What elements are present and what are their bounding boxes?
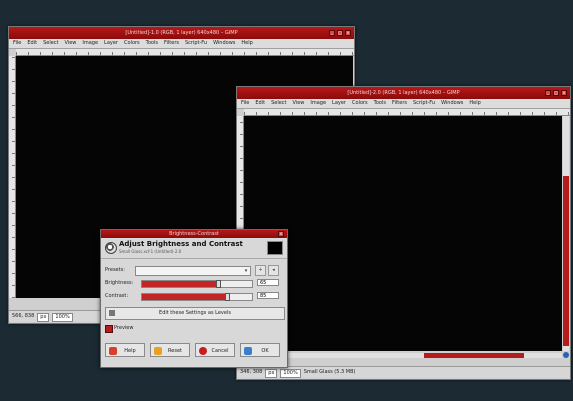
menu-image[interactable]: Image	[310, 99, 326, 108]
unit-select[interactable]: px	[265, 369, 278, 378]
menu-filters[interactable]: Filters	[164, 39, 179, 48]
preview-label: Preview	[114, 325, 134, 331]
edit-as-levels-button[interactable]: Edit these Settings as Levels	[105, 307, 285, 320]
cancel-button[interactable]: Cancel	[195, 343, 235, 357]
menu-file[interactable]: File	[241, 99, 249, 108]
ok-icon	[244, 347, 252, 355]
window-2-menubar: File Edit Select View Image Layer Colors…	[237, 99, 570, 109]
vertical-ruler[interactable]	[9, 56, 16, 298]
presets-combo[interactable]: ▾	[135, 266, 251, 276]
maximize-icon[interactable]: □	[553, 90, 559, 96]
unit-select[interactable]: px	[37, 313, 50, 322]
horizontal-ruler[interactable]	[16, 49, 354, 56]
horizontal-ruler[interactable]	[244, 109, 570, 116]
dialog-button-row: Help Reset Cancel OK	[105, 343, 280, 357]
window-1-title: [Untitled]-1.0 (RGB, 1 layer) 640x480 – …	[125, 30, 238, 36]
brightness-handle[interactable]	[216, 280, 221, 288]
brightness-contrast-dialog: Brightness-Contrast × Adjust Brightness …	[100, 229, 288, 368]
menu-file[interactable]: File	[13, 39, 21, 48]
horizontal-scrollbar[interactable]	[244, 353, 562, 358]
ok-button[interactable]: OK	[240, 343, 280, 357]
presets-label: Presets:	[105, 267, 125, 273]
contrast-label: Contrast:	[105, 293, 129, 299]
dialog-titlebar[interactable]: Brightness-Contrast ×	[101, 230, 287, 238]
menu-layer[interactable]: Layer	[332, 99, 346, 108]
horizontal-scroll-thumb[interactable]	[424, 353, 524, 358]
contrast-slider[interactable]	[141, 293, 253, 301]
dialog-subheading: Small Glass.xcf-1 (Untitled)-2.0	[119, 249, 182, 254]
brightness-slider[interactable]	[141, 280, 253, 288]
maximize-icon[interactable]: □	[337, 30, 343, 36]
edit-as-levels-label: Edit these Settings as Levels	[159, 310, 231, 316]
menu-filters[interactable]: Filters	[392, 99, 407, 108]
contrast-handle[interactable]	[224, 293, 230, 301]
menu-script-fu[interactable]: Script-Fu	[413, 99, 435, 108]
menu-help[interactable]: Help	[469, 99, 480, 108]
menu-select[interactable]: Select	[271, 99, 286, 108]
menu-script-fu[interactable]: Script-Fu	[185, 39, 207, 48]
menu-edit[interactable]: Edit	[255, 99, 265, 108]
brightness-label: Brightness:	[105, 280, 134, 286]
image-canvas[interactable]	[244, 116, 562, 351]
menu-windows[interactable]: Windows	[213, 39, 235, 48]
image-thumbnail	[267, 241, 283, 255]
preset-menu-button[interactable]: ◂	[268, 265, 279, 276]
menu-select[interactable]: Select	[43, 39, 58, 48]
dialog-title: Brightness-Contrast	[169, 231, 219, 237]
menu-colors[interactable]: Colors	[352, 99, 368, 108]
pointer-position: 566, 838	[12, 313, 35, 319]
navigate-icon[interactable]	[563, 352, 569, 358]
image-info: Small Glass (5.3 MB)	[303, 369, 356, 375]
brightness-icon	[105, 242, 117, 254]
window-2-titlebar[interactable]: [Untitled]-2.0 (RGB, 1 layer) 640x480 – …	[237, 87, 570, 99]
pointer-position: 346, 308	[240, 369, 263, 375]
close-icon[interactable]: ×	[561, 90, 567, 96]
dialog-heading: Adjust Brightness and Contrast	[119, 240, 243, 248]
menu-layer[interactable]: Layer	[104, 39, 118, 48]
brightness-spin[interactable]: 65	[257, 279, 279, 286]
reset-button[interactable]: Reset	[150, 343, 190, 357]
brightness-fill	[142, 281, 219, 287]
help-button[interactable]: Help	[105, 343, 145, 357]
reset-button-label: Reset	[168, 348, 182, 354]
help-button-label: Help	[124, 348, 136, 354]
close-icon[interactable]: ×	[278, 231, 284, 237]
levels-icon	[109, 310, 115, 316]
chevron-down-icon[interactable]: ▾	[243, 268, 249, 274]
contrast-fill	[142, 294, 228, 300]
menu-view[interactable]: View	[65, 39, 77, 48]
cancel-button-label: Cancel	[211, 348, 229, 354]
ok-button-label: OK	[261, 348, 269, 354]
menu-edit[interactable]: Edit	[27, 39, 37, 48]
window-1-titlebar[interactable]: [Untitled]-1.0 (RGB, 1 layer) 640x480 – …	[9, 27, 354, 39]
menu-image[interactable]: Image	[82, 39, 98, 48]
preview-checkbox[interactable]	[105, 325, 113, 333]
cancel-icon	[199, 347, 207, 355]
reset-icon	[154, 347, 162, 355]
menu-windows[interactable]: Windows	[441, 99, 463, 108]
add-preset-button[interactable]: +	[255, 265, 266, 276]
menu-tools[interactable]: Tools	[374, 99, 386, 108]
help-icon	[109, 347, 117, 355]
minimize-icon[interactable]: _	[329, 30, 335, 36]
minimize-icon[interactable]: _	[545, 90, 551, 96]
menu-colors[interactable]: Colors	[124, 39, 140, 48]
dialog-header: Adjust Brightness and Contrast Small Gla…	[101, 238, 287, 259]
zoom-select[interactable]: 100%	[52, 313, 73, 322]
window-2-title: [Untitled]-2.0 (RGB, 1 layer) 640x480 – …	[347, 90, 460, 96]
menu-tools[interactable]: Tools	[146, 39, 158, 48]
menu-view[interactable]: View	[293, 99, 305, 108]
vertical-scrollbar[interactable]	[563, 116, 569, 351]
window-1-menubar: File Edit Select View Image Layer Colors…	[9, 39, 354, 49]
zoom-select[interactable]: 100%	[280, 369, 301, 378]
menu-help[interactable]: Help	[241, 39, 252, 48]
vertical-scroll-thumb[interactable]	[563, 176, 569, 346]
contrast-spin[interactable]: 85	[257, 292, 279, 299]
close-icon[interactable]: ×	[345, 30, 351, 36]
